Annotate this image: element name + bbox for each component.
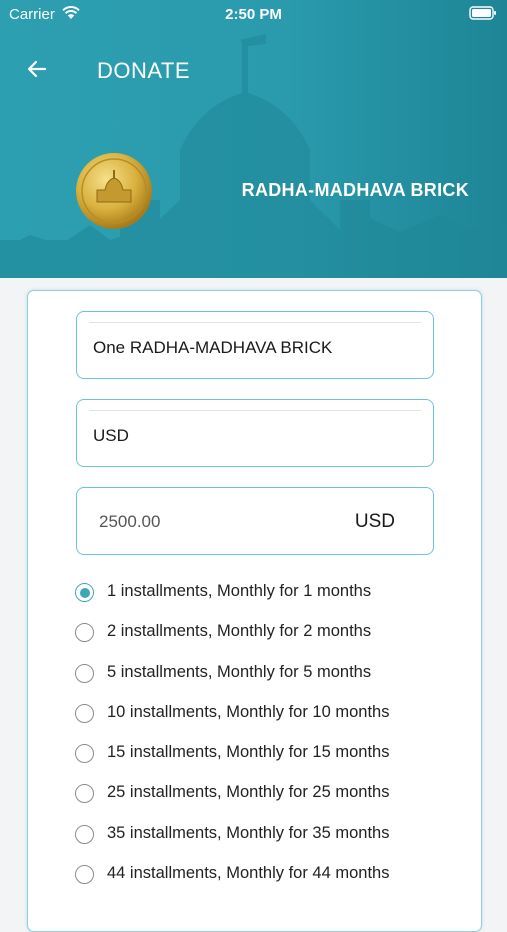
installment-option-label: 44 installments, Monthly for 44 months	[107, 864, 390, 883]
radio-button[interactable]	[75, 583, 94, 602]
header: Carrier 2:50 PM DONATE RADHA-MADHAVA BRI…	[0, 0, 507, 278]
radio-button[interactable]	[75, 824, 94, 844]
currency-field[interactable]: USD	[76, 399, 434, 467]
radio-button[interactable]	[75, 784, 94, 804]
installment-option-label: 10 installments, Monthly for 10 months	[107, 702, 390, 721]
installment-option-label: 1 installments, Monthly for 1 months	[107, 582, 372, 600]
installment-option-label: 25 installments, Monthly for 25 months	[107, 783, 390, 802]
radio-button[interactable]	[75, 865, 94, 885]
installment-option-label: 5 installments, Monthly for 5 months	[107, 662, 372, 681]
amount-field[interactable]: 2500.00 USD	[76, 487, 434, 555]
currency-field-value: USD	[93, 426, 129, 445]
clock: 2:50 PM	[225, 6, 282, 23]
page-title: DONATE	[97, 58, 191, 83]
brick-coin-image	[76, 153, 152, 229]
radio-button[interactable]	[75, 623, 94, 643]
installment-option-label: 2 installments, Monthly for 2 months	[107, 622, 372, 641]
divider	[89, 410, 421, 411]
item-field[interactable]: One RADHA-MADHAVA BRICK	[76, 311, 434, 379]
radio-button[interactable]	[75, 663, 94, 683]
amount-value: 2500.00	[99, 512, 161, 531]
battery-icon	[469, 6, 496, 20]
back-arrow-icon[interactable]	[26, 59, 48, 79]
divider	[89, 322, 421, 323]
radio-button[interactable]	[75, 703, 94, 723]
installment-option-label: 35 installments, Monthly for 35 months	[107, 823, 390, 842]
status-bar: Carrier 2:50 PM	[0, 0, 507, 28]
item-field-value: One RADHA-MADHAVA BRICK	[93, 338, 333, 357]
temple-silhouette	[0, 34, 507, 278]
donation-card: One RADHA-MADHAVA BRICK USD 2500.00 USD …	[27, 290, 482, 932]
brick-name: RADHA-MADHAVA BRICK	[241, 180, 469, 200]
installment-option-label: 15 installments, Monthly for 15 months	[107, 743, 390, 762]
amount-currency: USD	[354, 511, 395, 532]
radio-button[interactable]	[75, 744, 94, 764]
